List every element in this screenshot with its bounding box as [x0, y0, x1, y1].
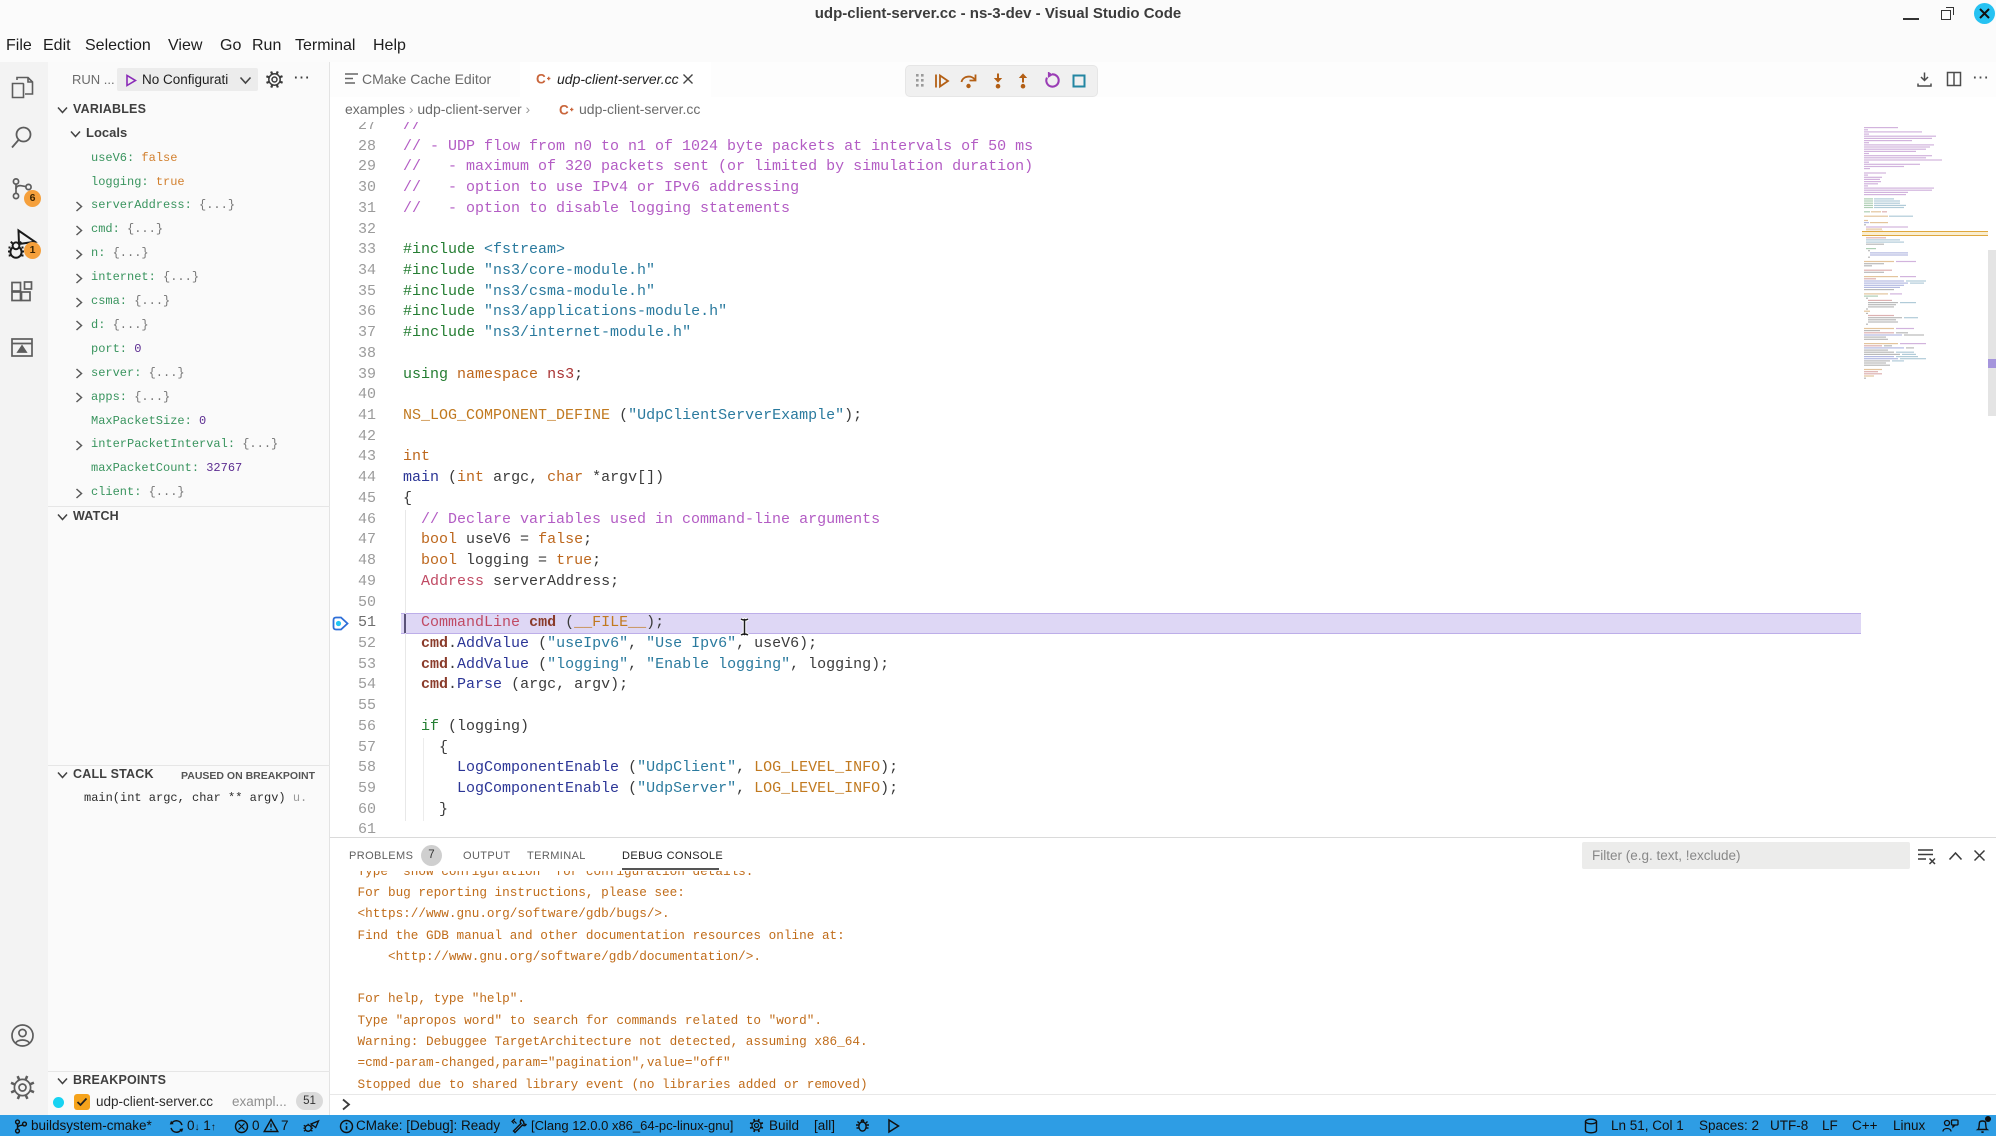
svg-text:C: C	[559, 103, 569, 118]
svg-text:C: C	[536, 72, 546, 87]
